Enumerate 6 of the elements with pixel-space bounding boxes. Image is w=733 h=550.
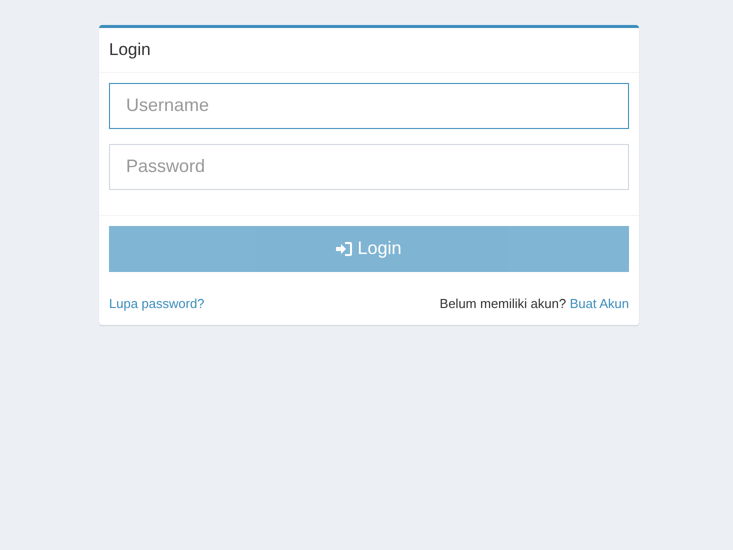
card-title: Login: [109, 40, 151, 59]
signup-prompt: Belum memiliki akun?: [440, 296, 566, 310]
sign-in-icon: [336, 242, 352, 256]
create-account-link[interactable]: Buat Akun: [570, 296, 629, 310]
forgot-password-link[interactable]: Lupa password?: [109, 294, 204, 313]
input-field[interactable]: Username: [109, 82, 629, 128]
